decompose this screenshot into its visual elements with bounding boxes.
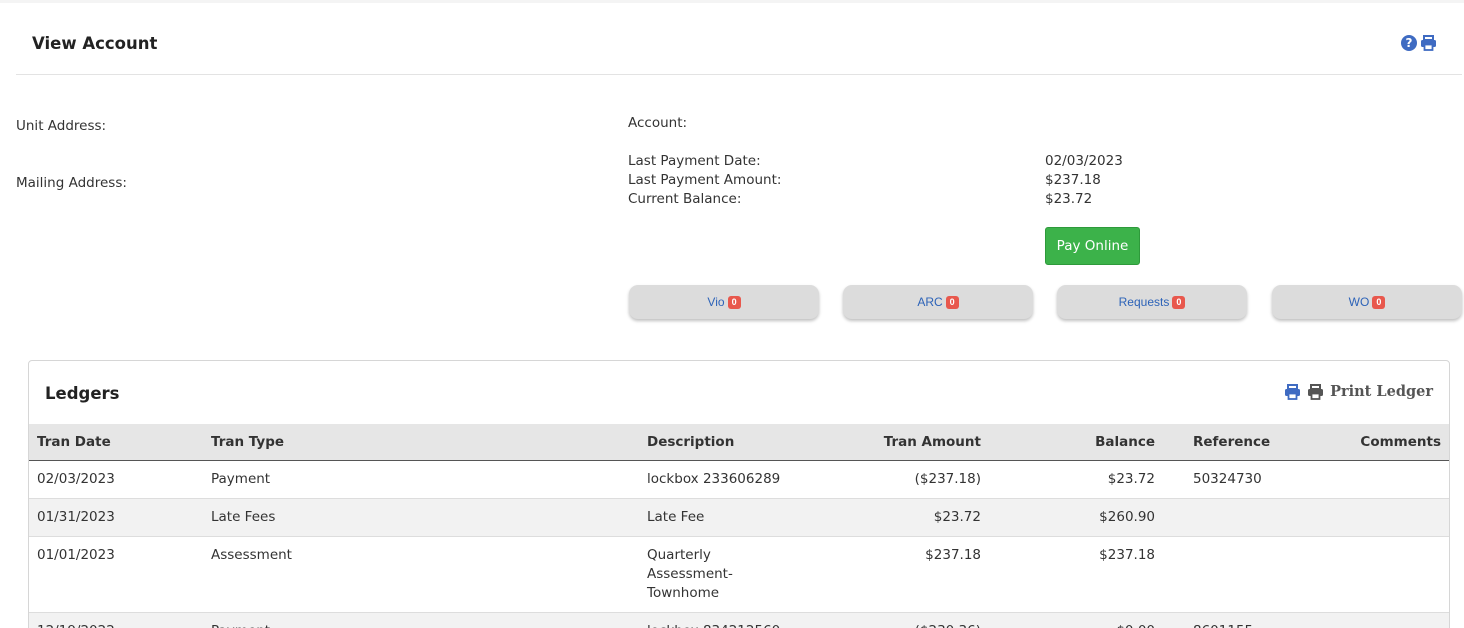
balance-cell: $237.18 (989, 536, 1163, 613)
vio-count-badge: 0 (727, 295, 741, 309)
ledger-table: Tran Date Tran Type Description Tran Amo… (29, 424, 1449, 628)
requests-label: Requests (1118, 295, 1170, 309)
description-cell: lockbox 834212560 (639, 612, 799, 628)
comments-cell (1273, 460, 1449, 499)
column-header-tran-date[interactable]: Tran Date (29, 424, 203, 461)
description-cell: Late Fee (639, 498, 799, 537)
current-balance-label: Current Balance: (628, 191, 742, 207)
reference-cell: 50324730 (1163, 460, 1273, 499)
wo-count-badge: 0 (1372, 295, 1386, 309)
tran-date-cell: 12/19/2022 (29, 612, 203, 628)
comments-cell (1273, 498, 1449, 537)
ledger-panel: Ledgers Print Ledger Tran Date Tran Type… (28, 360, 1450, 628)
vio-button[interactable]: Vio 0 (629, 285, 819, 319)
reference-cell (1163, 498, 1273, 537)
reference-cell: 8601155 (1163, 612, 1273, 628)
print-ledger-label: Print Ledger (1330, 383, 1433, 400)
printer-icon[interactable] (1284, 383, 1301, 400)
description-cell: Quarterly Assessment-Townhome (639, 536, 799, 613)
tran-type-cell: Payment (203, 460, 639, 499)
column-header-reference[interactable]: Reference (1163, 424, 1273, 461)
table-header-row: Tran Date Tran Type Description Tran Amo… (29, 424, 1449, 461)
vio-label: Vio (707, 295, 725, 309)
column-header-description[interactable]: Description (639, 424, 799, 461)
table-row: 01/01/2023 Assessment Quarterly Assessme… (29, 536, 1449, 613)
reference-cell (1163, 536, 1273, 613)
question-circle-icon[interactable]: ? (1401, 35, 1417, 51)
page-title: View Account (32, 34, 158, 53)
arc-count-badge: 0 (945, 295, 959, 309)
balance-cell: $23.72 (989, 460, 1163, 499)
arc-label: ARC (917, 295, 943, 309)
print-ledger-button[interactable]: Print Ledger (1284, 383, 1433, 400)
last-payment-date-label: Last Payment Date: (628, 153, 761, 169)
column-header-comments[interactable]: Comments (1273, 424, 1449, 461)
ledger-title: Ledgers (45, 384, 120, 403)
current-balance-value: $23.72 (1045, 191, 1093, 207)
tran-type-cell: Payment (203, 612, 639, 628)
table-row: 02/03/2023 Payment lockbox 233606289 ($2… (29, 460, 1449, 499)
column-header-tran-type[interactable]: Tran Type (203, 424, 639, 461)
column-header-tran-amount[interactable]: Tran Amount (799, 424, 989, 461)
comments-cell (1273, 536, 1449, 613)
arc-button[interactable]: ARC 0 (843, 285, 1033, 319)
tran-amount-cell: ($237.18) (799, 460, 989, 499)
balance-cell: $260.90 (989, 498, 1163, 537)
tran-date-cell: 01/01/2023 (29, 536, 203, 613)
table-row: 12/19/2022 Payment lockbox 834212560 ($2… (29, 612, 1449, 628)
mailing-address-label: Mailing Address: (16, 175, 127, 191)
pay-online-button[interactable]: Pay Online (1045, 227, 1140, 265)
tran-type-cell: Assessment (203, 536, 639, 613)
tran-date-cell: 01/31/2023 (29, 498, 203, 537)
header-actions: ? (1401, 35, 1437, 51)
wo-label: WO (1348, 295, 1370, 309)
requests-button[interactable]: Requests 0 (1057, 285, 1247, 319)
page-header: View Account ? (16, 3, 1462, 75)
wo-button[interactable]: WO 0 (1272, 285, 1462, 319)
column-header-balance[interactable]: Balance (989, 424, 1163, 461)
tran-type-cell: Late Fees (203, 498, 639, 537)
last-payment-amount-label: Last Payment Amount: (628, 172, 782, 188)
unit-address-label: Unit Address: (16, 118, 107, 134)
balance-cell: $0.00 (989, 612, 1163, 628)
requests-count-badge: 0 (1172, 295, 1186, 309)
tran-amount-cell: ($230.36) (799, 612, 989, 628)
printer-icon (1308, 383, 1324, 400)
last-payment-date-value: 02/03/2023 (1045, 153, 1123, 169)
printer-icon[interactable] (1420, 35, 1437, 51)
table-row: 01/31/2023 Late Fees Late Fee $23.72 $26… (29, 498, 1449, 537)
tran-amount-cell: $237.18 (799, 536, 989, 613)
tran-amount-cell: $23.72 (799, 498, 989, 537)
last-payment-amount-value: $237.18 (1045, 172, 1101, 188)
tran-date-cell: 02/03/2023 (29, 460, 203, 499)
description-cell: lockbox 233606289 (639, 460, 799, 499)
comments-cell (1273, 612, 1449, 628)
account-label: Account: (628, 115, 688, 131)
